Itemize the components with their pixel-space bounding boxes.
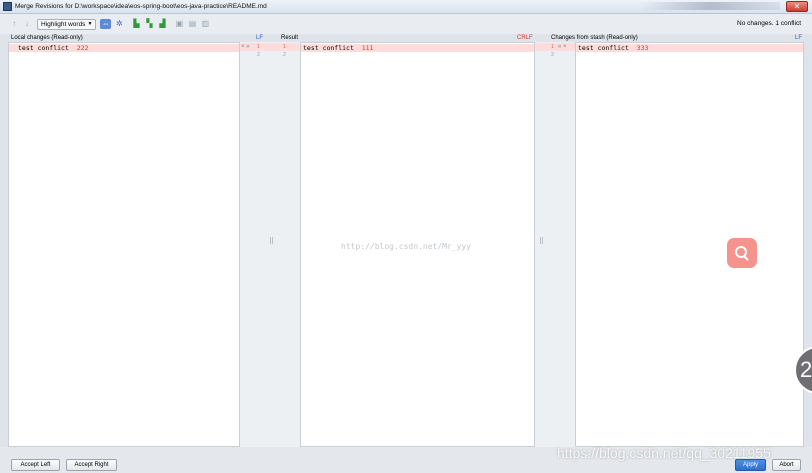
gutter-right-line-number: 2 xyxy=(550,52,554,58)
window-title-bar: Merge Revisions for D:\workspace\idea\eo… xyxy=(0,0,812,14)
apply-right-icon[interactable]: ▟ xyxy=(157,19,167,29)
toolbar: ↑ ↓ Highlight words ▼ ⇔ ✲ ▙ ▚ ▟ ▣ ▤ ▥ No… xyxy=(0,14,812,34)
magic-resolve-icon[interactable]: ▣ xyxy=(174,19,184,29)
settings-icon[interactable]: ✲ xyxy=(114,19,124,29)
gutter-left-line-number: 2 xyxy=(256,52,260,58)
left-line-1-text: test conflict xyxy=(18,44,77,52)
result-pane-header: Result xyxy=(281,35,299,41)
right-gutter: 1 2 « × xyxy=(535,42,575,447)
result-line-1: test conflict 111 xyxy=(301,44,534,52)
right-line-1: test conflict 333 xyxy=(576,44,803,52)
result-line-separator: CRLF xyxy=(517,35,533,41)
merge-status: No changes. 1 conflict xyxy=(737,20,801,27)
apply-left-icon[interactable]: ▙ xyxy=(131,19,141,29)
left-line-1: test conflict 222 xyxy=(9,44,239,52)
gutter-result-line-number: 1 xyxy=(282,44,286,50)
search-fab-button[interactable] xyxy=(727,238,757,268)
right-gutter-conflict-row xyxy=(535,43,575,51)
right-line-1-value: 333 xyxy=(636,44,649,52)
close-button[interactable]: ✕ xyxy=(786,1,808,12)
left-line-separator: LF xyxy=(256,35,264,41)
gutter-left-line-number: 1 xyxy=(256,44,260,50)
left-pane-header: Local changes (Read-only) xyxy=(11,35,83,41)
result-line-1-text: test conflict xyxy=(303,44,362,52)
highlight-words-label: Highlight words xyxy=(41,20,86,28)
gutter-right-line-number: 1 xyxy=(550,44,554,50)
window-title: Merge Revisions for D:\workspace\idea\eo… xyxy=(15,3,267,10)
gutter-result-line-number: 2 xyxy=(282,52,286,58)
right-editor-pane[interactable]: test conflict 333 xyxy=(575,42,804,447)
accept-left-marks-icon[interactable]: × » xyxy=(241,43,250,51)
compare-icon[interactable]: ⇔ xyxy=(100,19,112,29)
accept-left-button[interactable]: Accept Left xyxy=(11,459,60,471)
left-line-1-value: 222 xyxy=(76,44,89,52)
left-gutter: × » 1 2 1 2 xyxy=(240,42,300,447)
blurred-region xyxy=(640,2,780,10)
accept-right-button[interactable]: Accept Right xyxy=(66,459,117,471)
abort-button[interactable]: Abort xyxy=(772,459,801,471)
accept-right-marks-icon[interactable]: « × xyxy=(558,43,567,51)
apply-all-icon[interactable]: ▚ xyxy=(144,19,154,29)
result-line-1-value: 111 xyxy=(361,44,374,52)
chevron-down-icon: ▼ xyxy=(87,20,93,27)
csdn-watermark: https://blog.csdn.net/qq_30211955 xyxy=(557,445,771,461)
blog-watermark: http://blog.csdn.net/Mr_yyy xyxy=(341,242,472,251)
lock-icon[interactable]: ▥ xyxy=(200,19,210,29)
arrow-down-icon[interactable]: ↓ xyxy=(22,19,32,29)
app-icon xyxy=(3,2,12,11)
right-line-separator: LF xyxy=(795,35,803,41)
right-pane-header: Changes from stash (Read-only) xyxy=(551,35,638,41)
highlight-words-dropdown[interactable]: Highlight words ▼ xyxy=(37,18,97,30)
search-icon-handle xyxy=(743,255,749,261)
left-splitter-handle[interactable] xyxy=(270,237,273,244)
right-line-1-text: test conflict xyxy=(578,44,637,52)
sync-icon[interactable]: ▤ xyxy=(187,19,197,29)
right-splitter-handle[interactable] xyxy=(540,237,543,244)
arrow-up-icon[interactable]: ↑ xyxy=(9,19,19,29)
left-editor-pane[interactable]: test conflict 222 xyxy=(8,42,240,447)
